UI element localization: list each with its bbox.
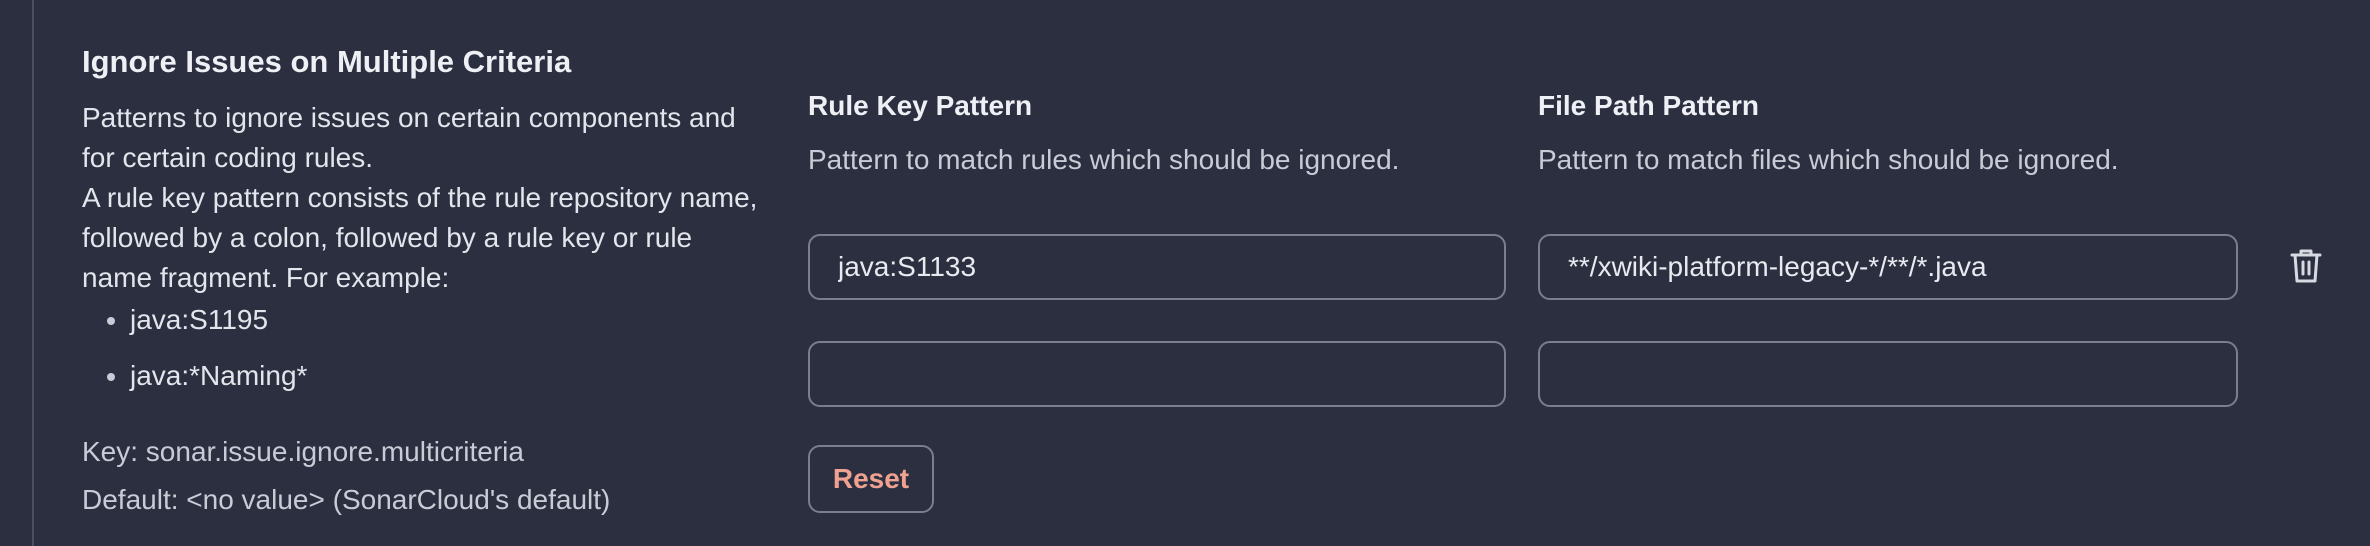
file-path-input-empty[interactable] bbox=[1538, 341, 2238, 407]
file-path-column-header: File Path Pattern Pattern to match files… bbox=[1538, 84, 2238, 180]
setting-default: Default: <no value> (SonarCloud's defaul… bbox=[82, 484, 611, 515]
rule-key-column-header: Rule Key Pattern Pattern to match rules … bbox=[808, 84, 1506, 180]
settings-panel: Ignore Issues on Multiple Criteria Patte… bbox=[0, 0, 2370, 546]
example-item: java:*Naming* bbox=[130, 356, 762, 396]
trash-icon[interactable] bbox=[2288, 246, 2324, 286]
file-path-input[interactable] bbox=[1538, 234, 2238, 300]
rule-key-input-empty[interactable] bbox=[808, 341, 1506, 407]
example-item: java:S1195 bbox=[130, 300, 762, 340]
file-path-help: Pattern to match files which should be i… bbox=[1538, 144, 2119, 175]
rule-key-input[interactable] bbox=[808, 234, 1506, 300]
setting-meta: Key: sonar.issue.ignore.multicriteria De… bbox=[82, 428, 610, 524]
file-path-header: File Path Pattern bbox=[1538, 90, 1759, 121]
rule-key-help: Pattern to match rules which should be i… bbox=[808, 144, 1400, 175]
examples-list: java:S1195 java:*Naming* bbox=[82, 300, 762, 396]
setting-key: Key: sonar.issue.ignore.multicriteria bbox=[82, 436, 524, 467]
setting-title: Ignore Issues on Multiple Criteria bbox=[82, 44, 572, 79]
description-text: A rule key pattern consists of the rule … bbox=[82, 182, 758, 293]
reset-button[interactable]: Reset bbox=[808, 445, 934, 513]
rule-key-header: Rule Key Pattern bbox=[808, 90, 1033, 121]
description-text: Patterns to ignore issues on certain com… bbox=[82, 102, 736, 173]
setting-description: Ignore Issues on Multiple Criteria Patte… bbox=[82, 38, 762, 412]
section-divider bbox=[32, 0, 34, 546]
